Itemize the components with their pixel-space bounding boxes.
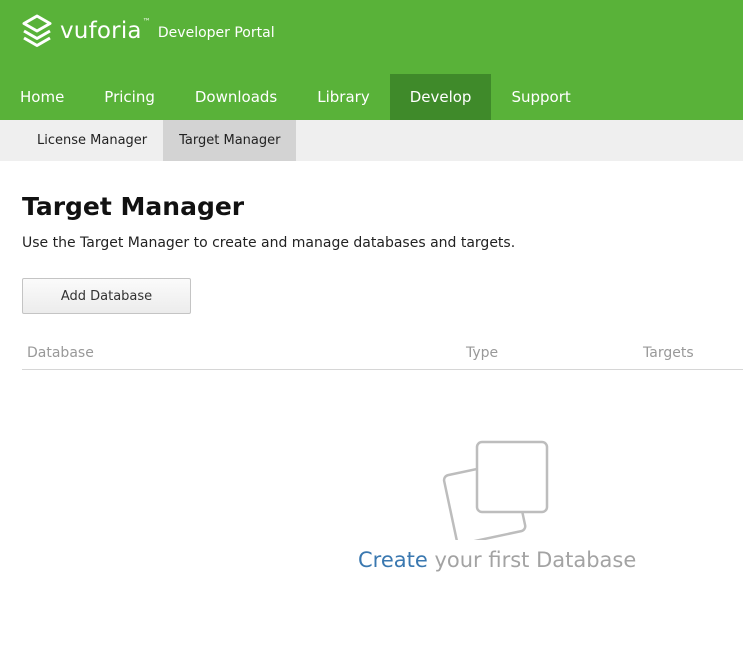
portal-subtitle: Developer Portal — [157, 25, 275, 41]
vuforia-logo-icon — [22, 14, 52, 47]
empty-state-text: your first Database — [427, 548, 637, 572]
column-header-targets[interactable]: Targets — [643, 345, 694, 361]
vuforia-logo[interactable]: vuforia™ Developer Portal — [22, 14, 275, 48]
page-description: Use the Target Manager to create and man… — [22, 235, 516, 251]
nav-item-home[interactable]: Home — [0, 74, 84, 120]
sub-nav: License Manager Target Manager — [0, 120, 743, 161]
database-table-header: Database Type Targets — [22, 338, 743, 370]
header-bar: vuforia™ Developer Portal Home Pricing D… — [0, 0, 743, 120]
nav-item-library[interactable]: Library — [297, 74, 389, 120]
nav-item-support[interactable]: Support — [491, 74, 590, 120]
nav-item-develop[interactable]: Develop — [389, 74, 492, 120]
main-nav: Home Pricing Downloads Library Develop S… — [0, 74, 591, 120]
tab-license-manager[interactable]: License Manager — [21, 120, 163, 161]
column-header-type[interactable]: Type — [466, 345, 498, 361]
add-database-button[interactable]: Add Database — [22, 278, 191, 314]
stacked-squares-icon — [442, 440, 549, 540]
nav-item-pricing[interactable]: Pricing — [84, 74, 175, 120]
create-database-link[interactable]: Create — [358, 548, 428, 572]
column-header-database[interactable]: Database — [27, 345, 94, 361]
brand-name: vuforia™ — [60, 16, 151, 44]
page-title: Target Manager — [22, 192, 245, 221]
nav-item-downloads[interactable]: Downloads — [175, 74, 297, 120]
empty-state-message: Create your first Database — [358, 548, 636, 572]
tab-target-manager[interactable]: Target Manager — [163, 120, 297, 161]
brand-trademark: ™ — [142, 16, 151, 26]
